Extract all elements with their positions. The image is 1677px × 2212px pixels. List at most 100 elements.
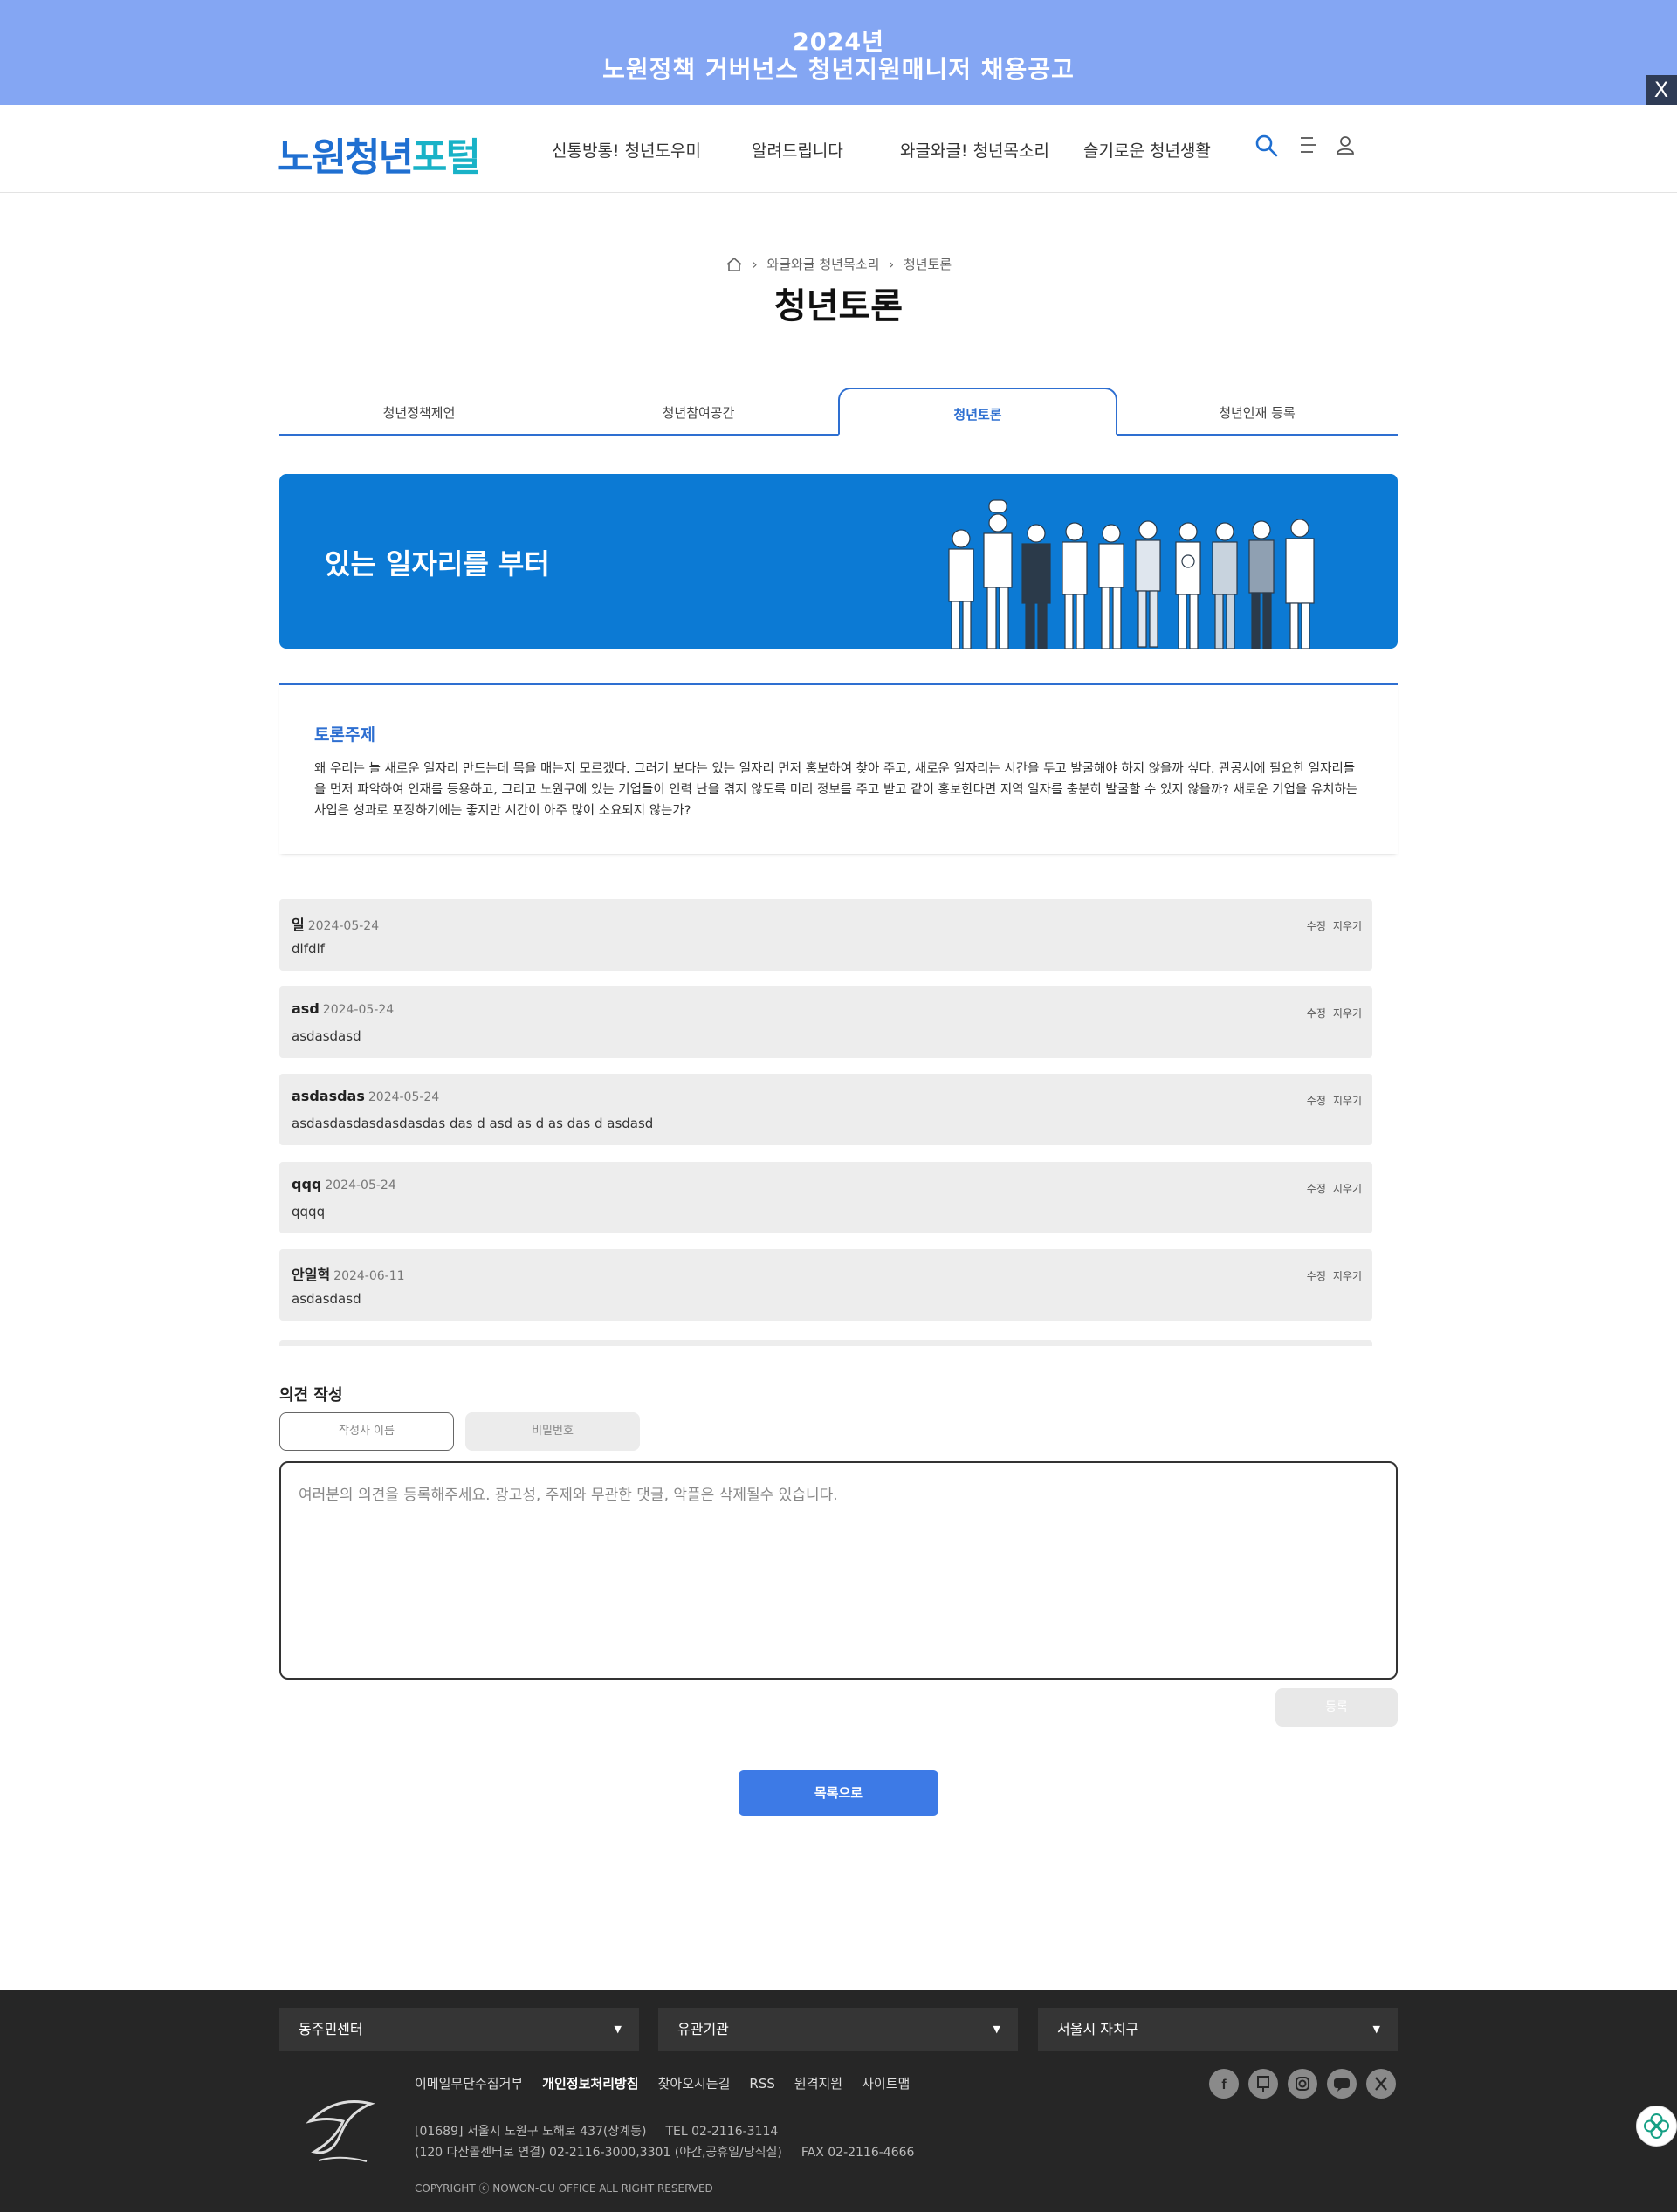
comment-author: qqq 2024-05-24 — [292, 1176, 396, 1192]
comment-list[interactable]: 일 2024-05-24 dlfdlf 수정 지우기 asd 2024-05-24 a… — [279, 899, 1372, 1346]
site-footer: 동주민센터 ▼ 유관기관 ▼ 서울시 자치구 ▼ 이메일무단수집거부 개인정보처리방침 찾… — [0, 1990, 1677, 2212]
chevron-right-icon: › — [752, 256, 758, 272]
nowon-emblem-icon — [306, 2100, 375, 2162]
promo-line-2: 노원정책 거버넌스 청년지원매니저 채용공고 — [602, 55, 1075, 84]
promo-banner[interactable]: 2024년 노원정책 거버넌스 청년지원매니저 채용공고 X — [0, 0, 1677, 105]
tel: TEL 02-2116-3114 — [665, 2125, 779, 2139]
comment-author-name: asd — [292, 1000, 320, 1017]
comment-delete-button[interactable]: 지우기 — [1333, 1183, 1362, 1195]
flower-icon — [1644, 2113, 1669, 2139]
footer-link-privacy[interactable]: 개인정보처리방침 — [542, 2076, 638, 2092]
select-label: 서울시 자치구 — [1057, 2021, 1139, 2037]
comment-text: asdasdasd — [292, 1028, 361, 1044]
tab-talent-register[interactable]: 청년인재 등록 — [1117, 388, 1397, 436]
comment-date: 2024-05-24 — [322, 1003, 395, 1017]
submit-button[interactable]: 등록 — [1275, 1688, 1398, 1727]
footer-link-remote[interactable]: 원격지원 — [794, 2076, 842, 2092]
comment-edit-button[interactable]: 수정 — [1307, 1007, 1326, 1020]
comment-edit-button[interactable]: 수정 — [1307, 1095, 1326, 1107]
select-label: 동주민센터 — [299, 2021, 363, 2037]
select-community-center[interactable]: 동주민센터 ▼ — [279, 2008, 639, 2051]
comment-actions: 수정 지우기 — [1300, 918, 1362, 933]
topic-label: 토론주제 — [314, 725, 375, 745]
site-logo[interactable]: 노원청년포털 — [278, 126, 481, 182]
comment-date: 2024-05-24 — [307, 919, 380, 933]
comment-text: qqqq — [292, 1204, 326, 1219]
opinion-textarea[interactable]: 여러분의 의견을 등록해주세요. 광고성, 주제와 무관한 댓글, 악플은 삭제… — [279, 1461, 1398, 1680]
menu-icon[interactable] — [1299, 134, 1318, 155]
footer-links: 이메일무단수집거부 개인정보처리방침 찾아오시는길 RSS 원격지원 사이트맵 — [415, 2074, 929, 2092]
site-header: 노원청년포털 신통방통! 청년도우미 알려드립니다 와글와글! 청년목소리 슬기… — [0, 105, 1677, 193]
promo-close-button[interactable]: X — [1646, 75, 1677, 105]
blog-icon[interactable] — [1248, 2069, 1278, 2099]
select-label: 유관기관 — [677, 2021, 729, 2037]
password-input[interactable]: 비밀번호 — [465, 1412, 640, 1451]
caret-down-icon: ▼ — [614, 2023, 622, 2035]
comment-item: qqq 2024-05-24 qqqq 수정 지우기 — [279, 1162, 1372, 1233]
comment-author-name: 안일혁 — [292, 1267, 331, 1283]
back-to-list-button[interactable]: 목록으로 — [739, 1770, 938, 1816]
comment-author: asd 2024-05-24 — [292, 1000, 394, 1017]
caret-down-icon: ▼ — [993, 2023, 1000, 2035]
home-icon[interactable] — [725, 257, 743, 272]
comment-edit-button[interactable]: 수정 — [1307, 920, 1326, 932]
address-line-2: (120 다산콜센터로 연결) 02-2116-3000,3301 (야간,공휴… — [415, 2146, 782, 2160]
comment-author-name: qqq — [292, 1176, 322, 1192]
comment-delete-button[interactable]: 지우기 — [1333, 920, 1362, 932]
debate-topic: 토론주제 왜 우리는 늘 새로운 일자리 만드는데 목을 매는지 모르겠다. 그… — [279, 683, 1398, 854]
comment-delete-button[interactable]: 지우기 — [1333, 1007, 1362, 1020]
user-icon[interactable] — [1336, 134, 1355, 155]
talk-icon[interactable] — [1327, 2069, 1357, 2099]
facebook-icon[interactable]: f — [1209, 2069, 1239, 2099]
hero-banner: 있는 일자리를 부터 — [279, 474, 1398, 649]
nav-item-notice[interactable]: 알려드립니다 — [752, 138, 843, 161]
comment-edit-button[interactable]: 수정 — [1307, 1183, 1326, 1195]
nav-item-life[interactable]: 슬기로운 청년생활 — [1083, 138, 1211, 161]
comment-author: 일 2024-05-24 — [292, 913, 379, 934]
select-seoul-district[interactable]: 서울시 자치구 ▼ — [1038, 2008, 1398, 2051]
x-icon[interactable] — [1366, 2069, 1396, 2099]
logo-main-text: 노원청년 — [278, 135, 414, 180]
nav-item-helper[interactable]: 신통방통! 청년도우미 — [552, 138, 701, 161]
chevron-right-icon: › — [889, 256, 895, 272]
select-related-org[interactable]: 유관기관 ▼ — [658, 2008, 1018, 2051]
footer-link-rss[interactable]: RSS — [749, 2076, 774, 2092]
logo-highlight-text: 포털 — [411, 135, 481, 180]
comment-actions: 수정 지우기 — [1300, 1268, 1362, 1283]
address-line-1: [01689] 서울시 노원구 노해로 437(상계동) — [415, 2125, 647, 2139]
nav-item-voice[interactable]: 와글와글! 청년목소리 — [900, 138, 1049, 161]
comment-item: asd 2024-05-24 asdasdasd 수정 지우기 — [279, 986, 1372, 1058]
footer-link-sitemap[interactable]: 사이트맵 — [862, 2076, 910, 2092]
comment-author-name: 일 — [292, 917, 305, 933]
search-icon[interactable] — [1255, 134, 1278, 157]
comment-actions: 수정 지우기 — [1300, 1093, 1362, 1108]
tab-participation[interactable]: 청년참여공간 — [559, 388, 838, 436]
comment-edit-button[interactable]: 수정 — [1307, 1270, 1326, 1282]
comment-date: 2024-06-11 — [333, 1269, 405, 1283]
comment-author-name: asdasdas — [292, 1088, 365, 1104]
comment-text: asdasdasdasdasdasdas das d asd as d as d… — [292, 1116, 654, 1131]
write-title: 의견 작성 — [279, 1386, 343, 1405]
workers-illustration — [948, 499, 1315, 649]
comment-date: 2024-05-24 — [325, 1178, 396, 1192]
footer-link-email[interactable]: 이메일무단수집거부 — [415, 2076, 523, 2092]
breadcrumb: › 와글와글 청년목소리 › 청년토론 — [0, 255, 1677, 273]
hero-title: 있는 일자리를 부터 — [325, 547, 550, 580]
comment-delete-button[interactable]: 지우기 — [1333, 1095, 1362, 1107]
comment-delete-button[interactable]: 지우기 — [1333, 1270, 1362, 1282]
caret-down-icon: ▼ — [1372, 2023, 1380, 2035]
comment-text: asdasdasd — [292, 1291, 361, 1307]
breadcrumb-item[interactable]: 와글와글 청년목소리 — [766, 257, 879, 272]
breadcrumb-item[interactable]: 청년토론 — [904, 257, 952, 272]
comment-author: 안일혁 2024-06-11 — [292, 1263, 405, 1284]
floating-assistant-button[interactable] — [1636, 2106, 1677, 2147]
instagram-icon[interactable] — [1288, 2069, 1317, 2099]
footer-link-directions[interactable]: 찾아오시는길 — [658, 2076, 731, 2092]
comment-item: asdasdas 2024-05-24 asdasdasdasdasdasdas … — [279, 1074, 1372, 1145]
sub-tabs: 청년정책제언 청년참여공간 청년토론 청년인재 등록 — [279, 388, 1398, 436]
svg-text:f: f — [1221, 2078, 1227, 2092]
fax: FAX 02-2116-4666 — [801, 2146, 915, 2160]
author-name-input[interactable]: 작성사 이름 — [279, 1412, 454, 1451]
tab-debate[interactable]: 청년토론 — [838, 388, 1117, 436]
tab-policy-proposal[interactable]: 청년정책제언 — [279, 388, 559, 436]
